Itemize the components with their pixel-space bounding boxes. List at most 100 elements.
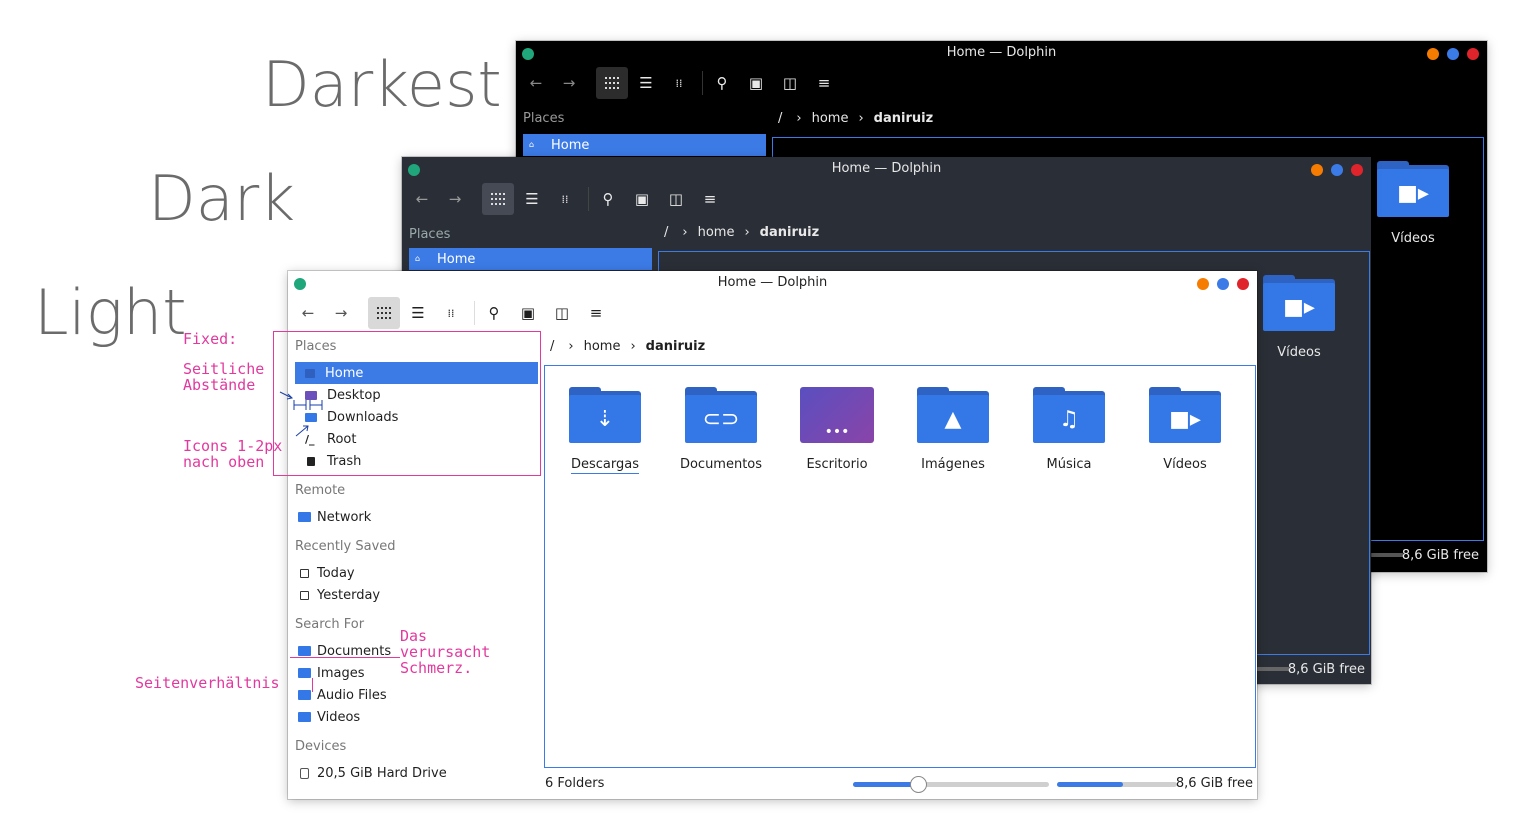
split-icon[interactable]: ◫	[660, 183, 692, 215]
icons-view-icon[interactable]	[482, 183, 514, 215]
maximize-button[interactable]	[1331, 164, 1343, 176]
compact-view-icon[interactable]: ⁞⁞	[663, 67, 695, 99]
compact-view-icon[interactable]: ⁞⁞	[549, 183, 581, 215]
forward-icon[interactable]: →	[325, 297, 357, 329]
remote-header: Remote	[295, 483, 346, 498]
annotation-icons: Icons 1-2px nach oben	[183, 437, 283, 471]
close-button[interactable]	[1351, 164, 1363, 176]
audio-folder-icon	[298, 690, 311, 700]
sidebar-item-audio[interactable]: Audio Files	[293, 684, 536, 706]
maximize-button[interactable]	[1447, 48, 1459, 60]
back-icon[interactable]: ←	[292, 297, 324, 329]
sidebar-item-label: Today	[317, 565, 355, 581]
preview-icon[interactable]: ▣	[512, 297, 544, 329]
folder-videos[interactable]: ■▸ Vídeos	[1130, 387, 1240, 472]
sidebar-item-label: Images	[317, 665, 365, 681]
back-icon[interactable]: ←	[406, 183, 438, 215]
breadcrumb-current[interactable]: daniruiz	[760, 225, 819, 240]
search-icon[interactable]: ⚲	[478, 297, 510, 329]
annotation-tick	[312, 678, 313, 692]
video-folder-icon: ■▸	[1263, 275, 1335, 331]
annotation-arrows	[279, 391, 323, 437]
zoom-slider-handle[interactable]	[909, 776, 927, 793]
download-folder-icon: ⇣	[569, 387, 641, 443]
minimize-button[interactable]	[1427, 48, 1439, 60]
sidebar-item-hard-drive[interactable]: 20,5 GiB Hard Drive	[293, 762, 536, 784]
breadcrumb-root[interactable]: /	[778, 111, 782, 126]
minimize-button[interactable]	[1311, 164, 1323, 176]
folder-documentos[interactable]: ⊂⊃ Documentos	[666, 387, 776, 472]
breadcrumb-home[interactable]: home	[698, 225, 735, 240]
annotation-spacing: Seitliche Abstände	[183, 360, 265, 394]
breadcrumb-home[interactable]: home	[812, 111, 849, 126]
document-folder-icon: ⊂⊃	[685, 387, 757, 443]
devices-header: Devices	[295, 739, 347, 754]
close-button[interactable]	[1467, 48, 1479, 60]
folder-escritorio[interactable]: ••• Escritorio	[782, 387, 892, 472]
preview-icon[interactable]: ▣	[740, 67, 772, 99]
sidebar-item-network[interactable]: Network	[293, 506, 536, 528]
close-button[interactable]	[1237, 278, 1249, 290]
disk-bar	[1256, 667, 1290, 671]
sidebar-item-label: Audio Files	[317, 687, 387, 703]
toolbar: ← → ☰ ⁞⁞ ⚲ ▣ ◫ ≡	[516, 65, 1487, 101]
breadcrumb-root[interactable]: /	[664, 225, 668, 240]
sidebar-item-home[interactable]: ⌂ Home	[523, 134, 766, 156]
list-view-icon[interactable]: ☰	[516, 183, 548, 215]
folder-item[interactable]: ■▸ Vídeos	[1358, 161, 1468, 246]
search-header: Search For	[295, 617, 365, 632]
label-darkest: Darkest	[262, 48, 502, 121]
search-icon[interactable]: ⚲	[706, 67, 738, 99]
minimize-button[interactable]	[1197, 278, 1209, 290]
compact-view-icon[interactable]: ⁞⁞	[435, 297, 467, 329]
menu-icon[interactable]: ≡	[808, 67, 840, 99]
preview-icon[interactable]: ▣	[626, 183, 658, 215]
chevron-icon: ›	[858, 111, 864, 126]
icons-view-icon[interactable]	[596, 67, 628, 99]
maximize-button[interactable]	[1217, 278, 1229, 290]
search-icon[interactable]: ⚲	[592, 183, 624, 215]
list-view-icon[interactable]: ☰	[630, 67, 662, 99]
breadcrumb-current[interactable]: daniruiz	[874, 111, 933, 126]
list-view-icon[interactable]: ☰	[402, 297, 434, 329]
free-space: 8,6 GiB free	[1401, 548, 1479, 563]
sidebar-item-videos[interactable]: Videos	[293, 706, 536, 728]
folder-musica[interactable]: ♫ Música	[1014, 387, 1124, 472]
folder-count: 6 Folders	[545, 776, 605, 791]
annotation-ratio: Seitenverhältnis	[135, 674, 280, 692]
window-title: Home — Dolphin	[946, 45, 1057, 60]
folder-descargas[interactable]: ⇣ Descargas	[550, 387, 660, 472]
sidebar-item-yesterday[interactable]: Yesterday	[293, 584, 536, 606]
image-folder-icon: ▲	[917, 387, 989, 443]
forward-icon[interactable]: →	[439, 183, 471, 215]
icons-view-icon[interactable]	[368, 297, 400, 329]
free-space: 8,6 GiB free	[1287, 662, 1365, 677]
disk-usage-bar	[1057, 782, 1177, 787]
titlebar[interactable]: Home — Dolphin	[516, 41, 1487, 65]
split-icon[interactable]: ◫	[774, 67, 806, 99]
titlebar[interactable]: Home — Dolphin	[402, 157, 1371, 181]
forward-icon[interactable]: →	[553, 67, 585, 99]
split-icon[interactable]: ◫	[546, 297, 578, 329]
breadcrumb-home[interactable]: home	[584, 339, 621, 354]
folder-item[interactable]: ■▸ Vídeos	[1244, 275, 1354, 360]
breadcrumb-current[interactable]: daniruiz	[646, 339, 705, 354]
folder-imagenes[interactable]: ▲ Imágenes	[898, 387, 1008, 472]
menu-icon[interactable]: ≡	[694, 183, 726, 215]
recent-header: Recently Saved	[295, 539, 396, 554]
zoom-slider[interactable]	[853, 776, 1049, 793]
breadcrumb-root[interactable]: /	[550, 339, 554, 354]
sidebar-item-label: Videos	[317, 709, 361, 725]
sidebar-item-home[interactable]: ⌂ Home	[409, 248, 652, 270]
menu-icon[interactable]: ≡	[580, 297, 612, 329]
sidebar-item-today[interactable]: Today	[293, 562, 536, 584]
sidebar-item-label: Home	[437, 251, 476, 267]
desktop-folder-icon: •••	[800, 387, 874, 443]
titlebar[interactable]: Home — Dolphin	[288, 271, 1257, 295]
video-folder-icon: ■▸	[1149, 387, 1221, 443]
label-dark: Dark	[148, 162, 296, 235]
sidebar-item-label: Network	[317, 509, 372, 525]
back-icon[interactable]: ←	[520, 67, 552, 99]
annotation-pain: Das verursacht Schmerz.	[400, 627, 491, 677]
videos-folder-icon	[298, 712, 311, 722]
